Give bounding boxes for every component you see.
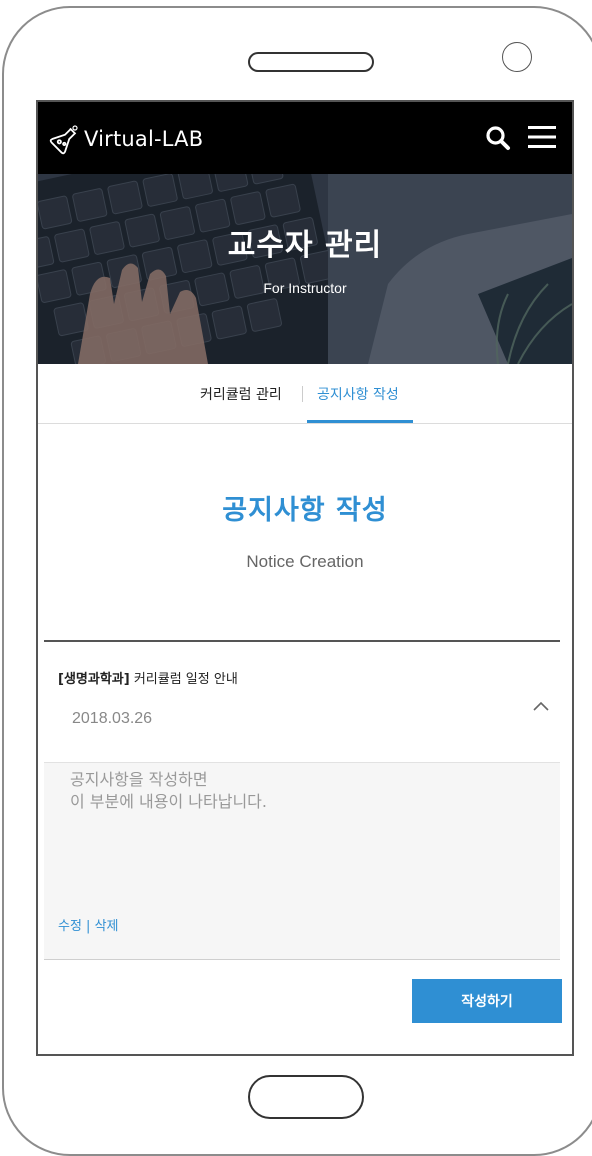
phone-home-button[interactable] bbox=[248, 1075, 364, 1119]
notice-content: 공지사항을 작성하면 이 부분에 내용이 나타납니다. bbox=[70, 770, 267, 811]
chevron-up-icon[interactable] bbox=[532, 700, 550, 712]
tab-curriculum-management[interactable]: 커리큘럼 관리 bbox=[200, 384, 282, 404]
flask-logo-icon bbox=[49, 125, 78, 155]
notice-heading[interactable]: [생명과학과] 커리큘럼 일정 안내 bbox=[58, 668, 238, 687]
menu-icon[interactable] bbox=[526, 124, 558, 150]
sub-navigation-tabs: 커리큘럼 관리 공지사항 작성 bbox=[38, 364, 572, 424]
top-navigation-bar: Virtual-LAB bbox=[38, 102, 572, 174]
keyboard-background-image bbox=[38, 174, 572, 364]
hero-banner: 교수자 관리 For Instructor bbox=[38, 174, 572, 364]
delete-link[interactable]: 삭제 bbox=[95, 919, 119, 934]
write-notice-button[interactable]: 작성하기 bbox=[412, 979, 562, 1023]
search-icon[interactable] bbox=[484, 124, 512, 152]
notice-title: 커리큘럼 일정 안내 bbox=[133, 672, 238, 687]
notice-body: 공지사항을 작성하면 이 부분에 내용이 나타납니다. 수정 | 삭제 bbox=[44, 763, 560, 959]
notice-list-top-border bbox=[44, 640, 560, 642]
action-separator: | bbox=[81, 919, 95, 934]
hero-title: 교수자 관리 bbox=[227, 228, 383, 263]
app-screen: Virtual-LAB 교수자 관리 For Instructor 커리큘럼 관… bbox=[36, 100, 574, 1056]
notice-category: [생명과학과] bbox=[58, 672, 130, 687]
phone-camera bbox=[502, 42, 532, 72]
brand-logo[interactable]: Virtual-LAB bbox=[48, 122, 203, 156]
edit-link[interactable]: 수정 bbox=[58, 919, 82, 934]
brand-name: Virtual-LAB bbox=[84, 127, 204, 151]
notice-actions: 수정 | 삭제 bbox=[58, 915, 119, 934]
notice-date: 2018.03.26 bbox=[72, 710, 153, 727]
tab-divider bbox=[302, 386, 303, 402]
notice-bottom-border bbox=[44, 959, 560, 960]
section-subtitle: Notice Creation bbox=[246, 552, 364, 571]
active-tab-indicator bbox=[307, 420, 413, 423]
hero-subtitle: For Instructor bbox=[263, 280, 347, 296]
tab-notice-creation[interactable]: 공지사항 작성 bbox=[317, 384, 399, 404]
phone-speaker bbox=[248, 52, 374, 72]
section-title: 공지사항 작성 bbox=[222, 495, 388, 526]
